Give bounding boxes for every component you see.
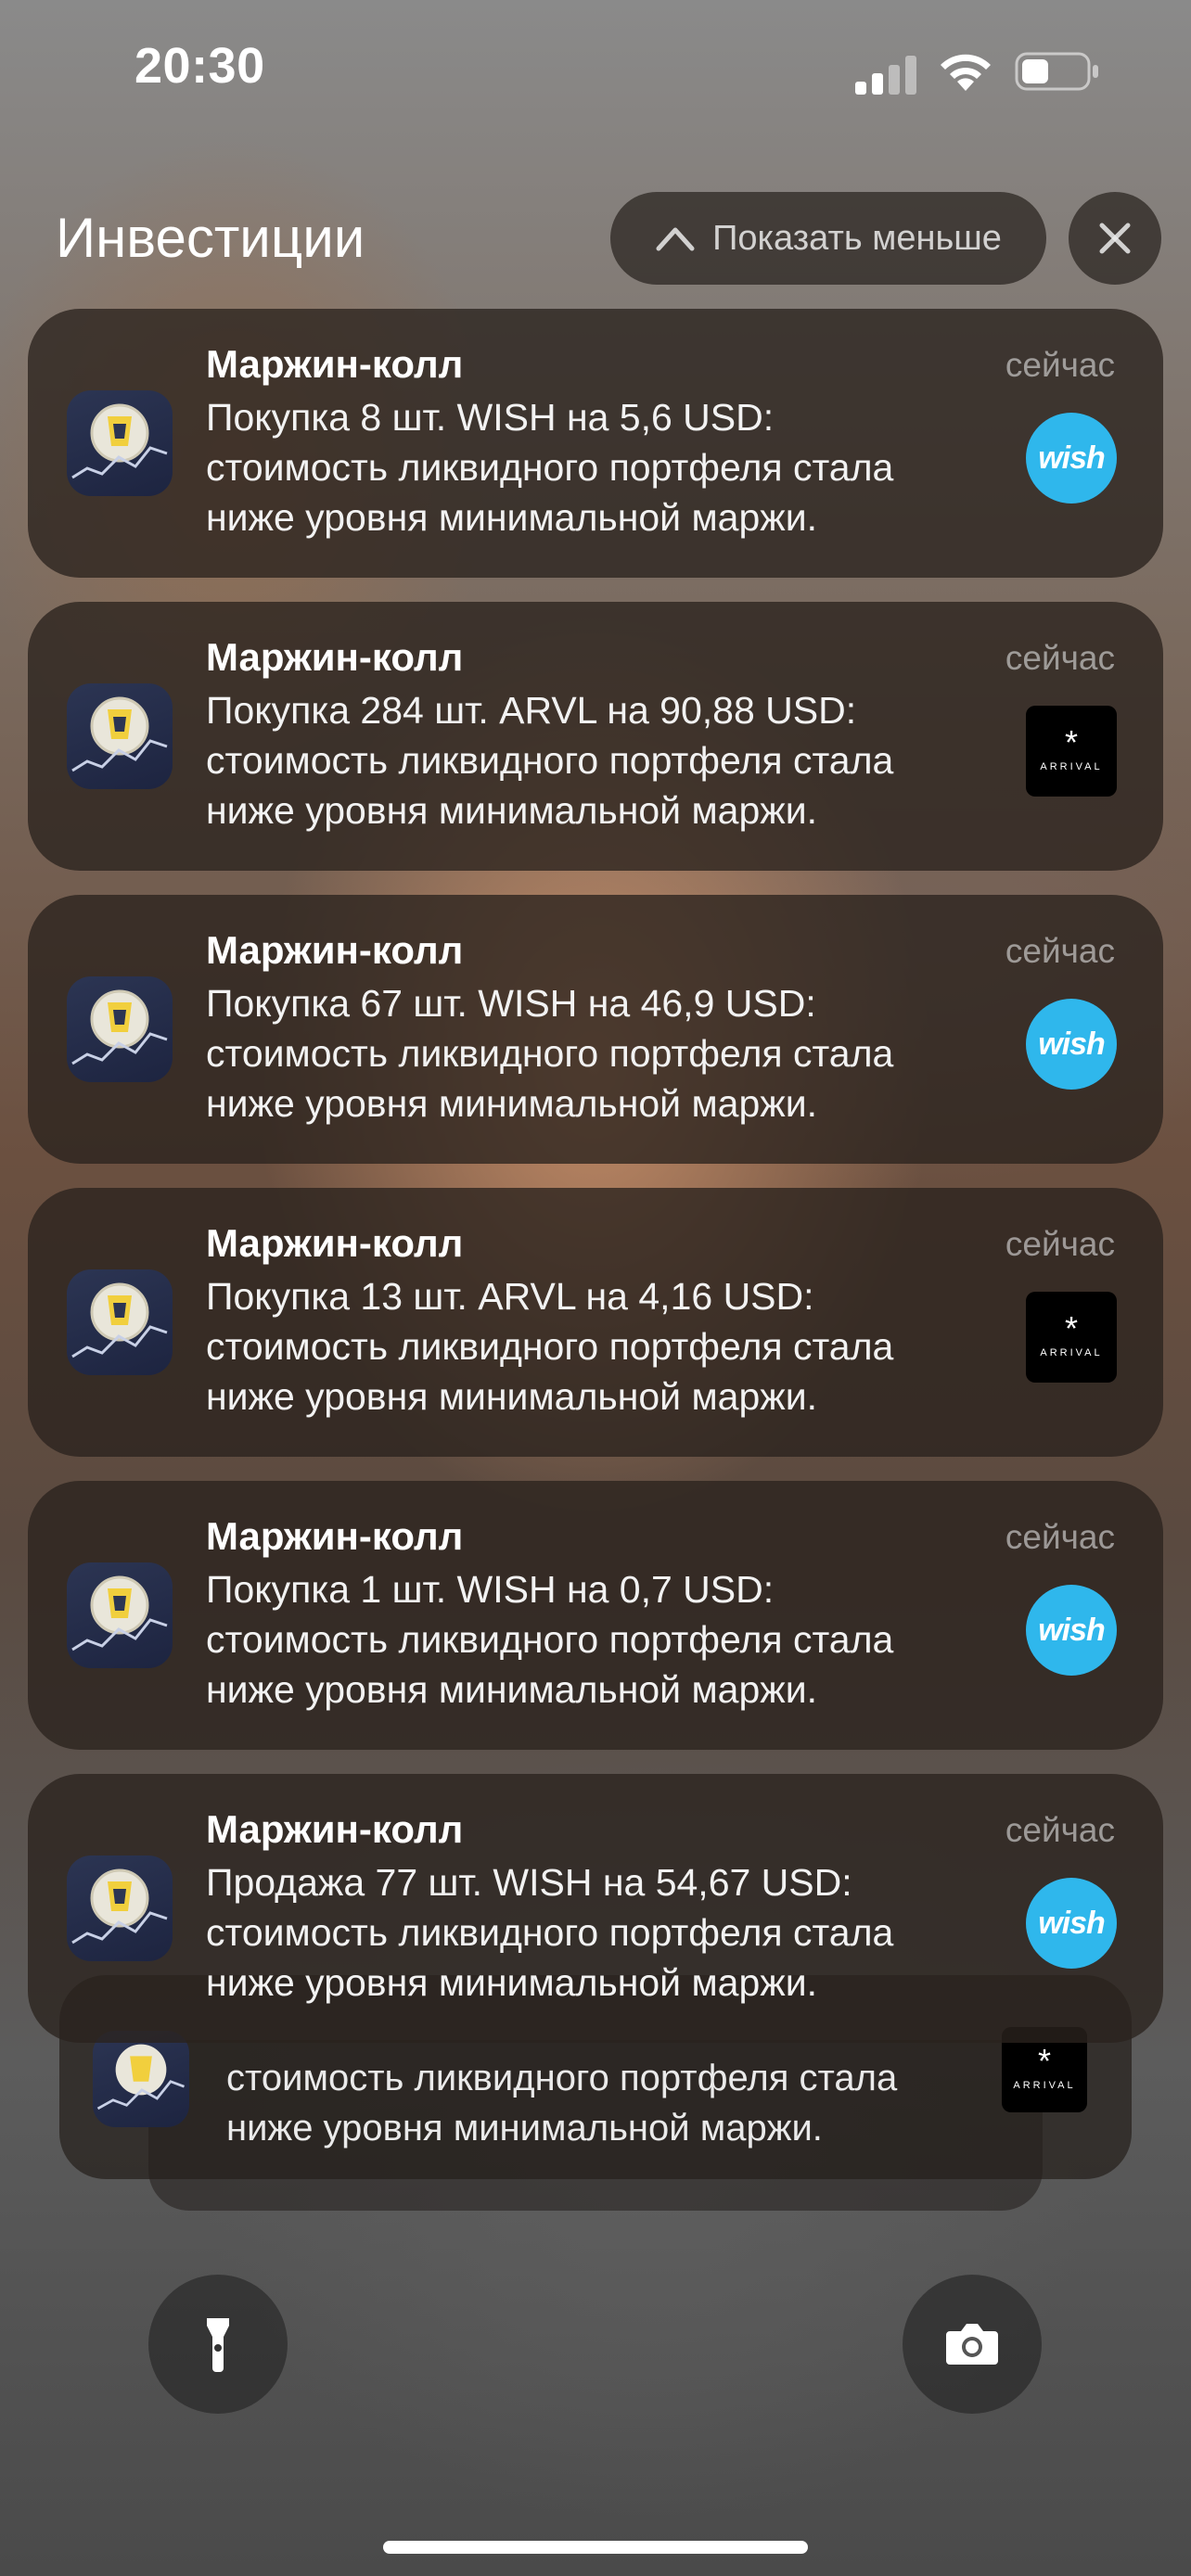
notification-line: стоимость ликвидного портфеля стала: [206, 1325, 894, 1368]
arrival-logo-icon: * ARRIVAL: [1026, 1292, 1117, 1383]
wish-wordmark: wish: [1038, 1026, 1106, 1062]
investments-app-icon: [67, 1269, 173, 1375]
notification-line: Продажа 77 шт. WISH на 54,67 USD:: [206, 1861, 852, 1904]
notification-card[interactable]: Маржин-колл сейчас Покупка 284 шт. ARVL …: [28, 602, 1163, 871]
notification-line: ниже уровня минимальной маржи.: [206, 496, 817, 539]
home-indicator[interactable]: [383, 2541, 808, 2554]
investments-app-icon: [67, 1562, 173, 1668]
arrival-wordmark: ARRIVAL: [1040, 1347, 1103, 1358]
wifi-icon: [941, 54, 991, 91]
notification-line: стоимость ликвидного портфеля стала: [206, 1032, 894, 1075]
notification-time: сейчас: [1005, 1811, 1115, 1849]
notification-body: Покупка 284 шт. ARVL на 90,88 USD: стоим…: [206, 685, 1041, 835]
notification-time: сейчас: [1005, 639, 1115, 677]
notification-time: сейчас: [1005, 346, 1115, 384]
wish-wordmark: wish: [1038, 1905, 1106, 1941]
investments-app-icon: [67, 390, 173, 496]
notification-time: сейчас: [1005, 932, 1115, 970]
notification-line: стоимость ликвидного портфеля стала: [206, 739, 894, 782]
investments-app-icon: [93, 2031, 189, 2127]
notification-line: ниже уровня минимальной маржи.: [206, 1082, 817, 1125]
group-title: Инвестиции: [56, 207, 365, 269]
wish-logo-icon: wish: [1026, 1585, 1117, 1676]
notification-line: Покупка 67 шт. WISH на 46,9 USD:: [206, 982, 816, 1025]
notification-body: Покупка 67 шт. WISH на 46,9 USD: стоимос…: [206, 978, 1041, 1129]
notification-body: Покупка 8 шт. WISH на 5,6 USD: стоимость…: [206, 392, 1041, 542]
chevron-up-icon: [656, 227, 695, 251]
camera-icon: [946, 2324, 998, 2365]
notification-card[interactable]: Маржин-колл сейчас Продажа 77 шт. WISH н…: [28, 1774, 1163, 2043]
wish-wordmark: wish: [1038, 1612, 1106, 1648]
wish-logo-icon: wish: [1026, 1878, 1117, 1969]
notification-line: ниже уровня минимальной маржи.: [206, 1668, 817, 1711]
clock-time: 20:30: [134, 38, 265, 94]
notification-time: сейчас: [1005, 1225, 1115, 1263]
notification-line: ниже уровня минимальной маржи.: [206, 1375, 817, 1418]
arrival-logo-icon: * ARRIVAL: [1026, 706, 1117, 797]
wish-logo-icon: wish: [1026, 999, 1117, 1090]
wish-logo-icon: wish: [1026, 413, 1117, 504]
notification-title: Маржин-колл: [206, 928, 464, 972]
notification-line: стоимость ликвидного портфеля стала: [206, 1618, 894, 1661]
cellular-signal-icon: [855, 56, 916, 95]
close-group-button[interactable]: [1069, 192, 1161, 285]
notification-card[interactable]: Маржин-колл сейчас Покупка 67 шт. WISH н…: [28, 895, 1163, 1164]
notification-line: Покупка 8 шт. WISH на 5,6 USD:: [206, 396, 775, 439]
notification-card[interactable]: Маржин-колл сейчас Покупка 8 шт. WISH на…: [28, 309, 1163, 578]
investments-app-icon: [67, 683, 173, 789]
arrival-wordmark: ARRIVAL: [1040, 761, 1103, 772]
wish-wordmark: wish: [1038, 440, 1106, 476]
notification-line: Покупка 1 шт. WISH на 0,7 USD:: [206, 1568, 775, 1611]
notification-body: Покупка 1 шт. WISH на 0,7 USD: стоимость…: [206, 1564, 1041, 1715]
notification-card[interactable]: Маржин-колл сейчас Покупка 13 шт. ARVL н…: [28, 1188, 1163, 1457]
show-less-label: Показать меньше: [712, 218, 1002, 258]
investments-app-icon: [67, 976, 173, 1082]
flashlight-button[interactable]: [148, 2275, 288, 2414]
notification-title: Маржин-колл: [206, 1221, 464, 1265]
notification-line: Покупка 284 шт. ARVL на 90,88 USD:: [206, 689, 857, 732]
status-bar: 20:30: [0, 0, 1191, 139]
notification-line: стоимость ликвидного портфеля стала: [206, 1911, 894, 1954]
notification-card[interactable]: Маржин-колл сейчас Покупка 1 шт. WISH на…: [28, 1481, 1163, 1750]
show-less-button[interactable]: Показать меньше: [610, 192, 1046, 285]
notification-title: Маржин-колл: [206, 1514, 464, 1558]
arrival-wordmark: ARRIVAL: [1013, 2080, 1076, 2091]
notification-line: Покупка 13 шт. ARVL на 4,16 USD:: [206, 1275, 814, 1318]
investments-app-icon: [67, 1855, 173, 1961]
notification-title: Маржин-колл: [206, 342, 464, 386]
notification-line: ниже уровня минимальной маржи.: [206, 789, 817, 832]
flashlight-icon: [207, 2318, 229, 2372]
camera-button[interactable]: [903, 2275, 1042, 2414]
stacked-line2: ниже уровня минимальной маржи.: [226, 2108, 823, 2149]
notification-time: сейчас: [1005, 1518, 1115, 1556]
notification-title: Маржин-колл: [206, 1807, 464, 1851]
stacked-line1: стоимость ликвидного портфеля стала: [226, 2058, 898, 2098]
notification-line: стоимость ликвидного портфеля стала: [206, 446, 894, 489]
notification-body: Покупка 13 шт. ARVL на 4,16 USD: стоимос…: [206, 1271, 1041, 1422]
close-icon: [1099, 223, 1131, 254]
notification-line: ниже уровня минимальной маржи.: [206, 1961, 817, 2004]
notification-body: Продажа 77 шт. WISH на 54,67 USD: стоимо…: [206, 1857, 1041, 2008]
notification-title: Маржин-колл: [206, 635, 464, 679]
battery-icon: [1015, 52, 1098, 91]
